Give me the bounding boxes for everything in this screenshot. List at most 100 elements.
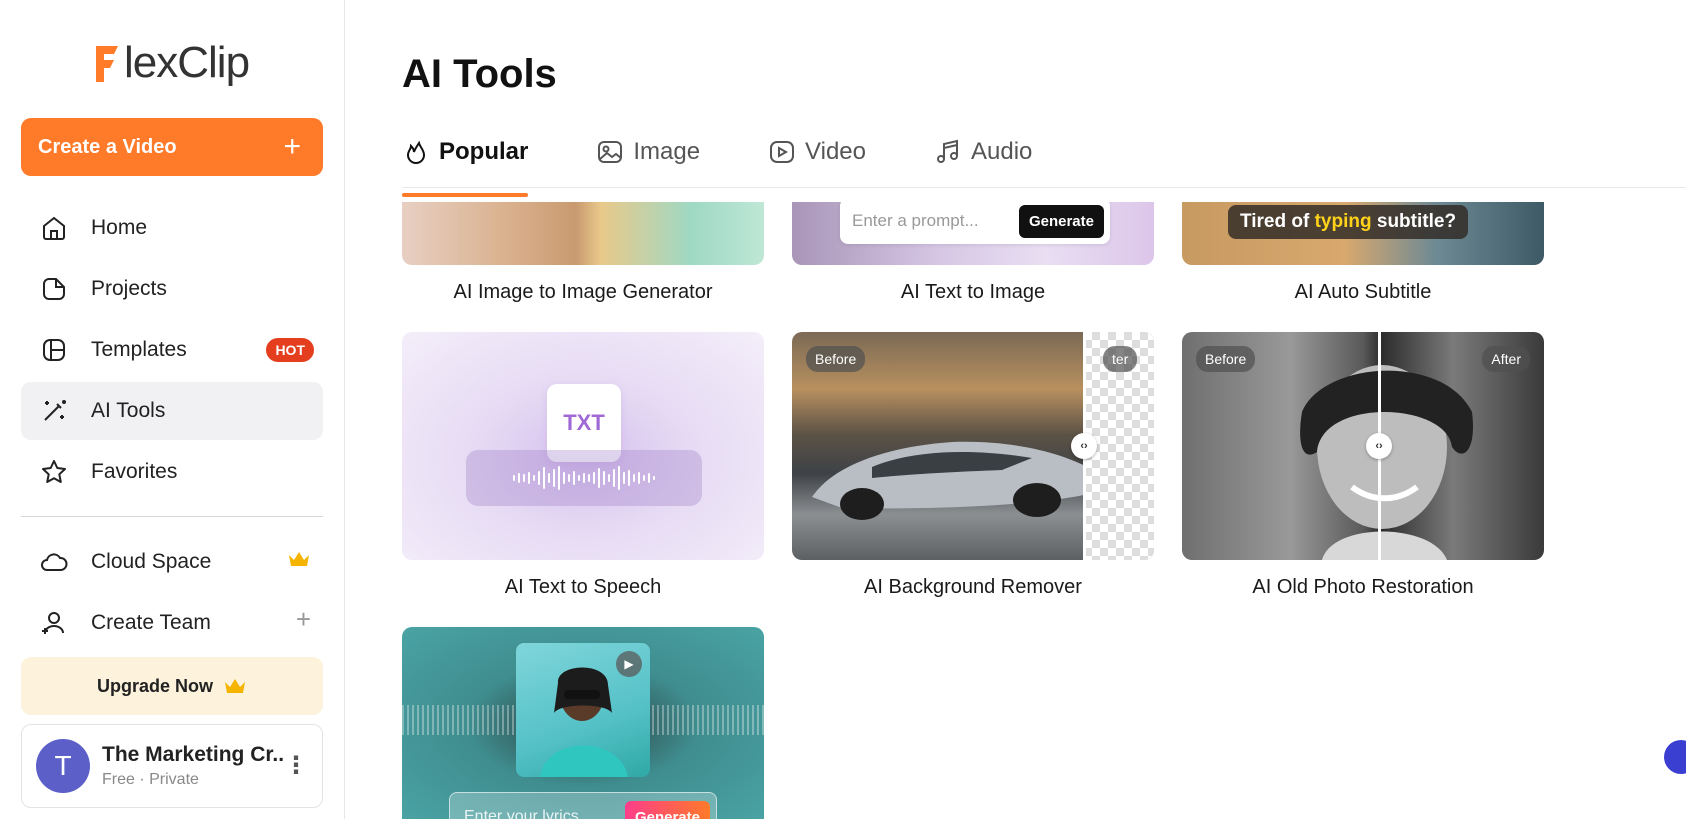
star-icon [39,457,69,487]
album-cover-image: ▶ [516,643,650,777]
app-window: lexClip Create a Video + Home Projects T… [0,0,1686,819]
tool-card-music-generator[interactable]: ▶ Enter your lyrics... Generate [402,627,764,819]
create-video-label: Create a Video [38,135,177,158]
tabs-divider [402,187,1686,188]
upgrade-now-button[interactable]: Upgrade Now [21,657,323,715]
compare-handle-icon[interactable]: ‹› [1366,433,1392,459]
sidebar-item-label: Templates [91,338,187,361]
prompt-placeholder: Enter a prompt... [852,211,979,230]
generate-button: Generate [624,800,710,819]
account-card[interactable]: T The Marketing Cr... Free · Private ⋮ [21,724,323,808]
tab-audio[interactable]: Audio [934,132,1032,172]
sports-car-image [812,441,1097,520]
tool-card-title: AI Background Remover [864,576,1082,598]
tool-thumbnail [402,202,764,265]
sidebar-divider [21,516,323,517]
waveform-icon [466,450,702,506]
caption-text: Tired of [1240,211,1315,232]
more-options-icon[interactable]: ⋮ [284,754,308,778]
tool-card-old-photo-restoration[interactable]: Before After ‹› AI Old Photo Restoration [1182,332,1544,599]
tab-label: Popular [439,138,529,165]
subtitle-caption: Tired of typing subtitle? [1228,205,1469,239]
sidebar-item-label: Cloud Space [91,550,212,573]
page-title: AI Tools [402,52,557,96]
tab-bar: Popular Image Video Audio [402,132,1100,197]
logo-mark-icon [96,46,118,82]
flame-icon [406,140,426,165]
tool-card-image-to-image[interactable]: AI Image to Image Generator [402,202,764,304]
sidebar-item-home[interactable]: Home [21,199,323,257]
tool-thumbnail: Before ter ‹› [792,332,1154,560]
secondary-nav: Cloud Space Create Team + [21,533,323,655]
sidebar-item-projects[interactable]: Projects [21,260,323,318]
tool-thumbnail: Enter a prompt... Generate [792,202,1154,265]
prompt-input: Enter a prompt... Generate [840,202,1110,244]
tab-video[interactable]: Video [768,132,866,172]
main-nav: Home Projects Templates HOT AI Tools Fav… [21,199,323,504]
image-icon [598,141,623,163]
caption-text: subtitle? [1371,211,1457,232]
compare-handle-icon[interactable]: ‹› [1071,433,1097,459]
sidebar-item-label: Projects [91,277,167,300]
tab-image[interactable]: Image [596,132,700,172]
hot-badge: HOT [266,338,314,362]
templates-icon [39,335,69,365]
cloud-icon [39,547,69,577]
sidebar-item-label: Home [91,216,148,239]
create-video-button[interactable]: Create a Video + [21,118,323,176]
account-plan: Free · Private [102,771,199,788]
crown-icon [287,549,311,575]
tool-thumbnail: ▶ Enter your lyrics... Generate [402,627,764,819]
magic-wand-icon [39,396,69,426]
sidebar-item-templates[interactable]: Templates HOT [21,321,323,379]
tab-label: Video [805,138,866,165]
tab-popular[interactable]: Popular [402,132,529,197]
after-badge: After [1482,346,1530,372]
after-badge: ter [1103,346,1138,372]
plus-icon[interactable]: + [296,604,311,635]
projects-icon [39,274,69,304]
flexclip-logo[interactable]: lexClip [92,38,250,88]
before-badge: Before [806,346,866,372]
sidebar-item-create-team[interactable]: Create Team + [21,594,323,652]
home-icon [39,213,69,243]
tool-card-text-to-image[interactable]: Enter a prompt... Generate AI Text to Im… [792,202,1154,304]
tool-card-auto-subtitle[interactable]: Tired of typing subtitle? AI Auto Subtit… [1182,202,1544,304]
tab-label: Image [633,138,701,165]
account-name: The Marketing Cr... [102,743,284,766]
lyrics-input: Enter your lyrics... Generate [449,792,717,819]
caption-highlight: typing [1314,211,1372,232]
main-content: AI Tools Popular Image Video Audio AI Im… [346,0,1686,819]
play-icon [770,141,795,163]
sidebar-item-label: AI Tools [91,399,166,422]
tool-card-title: AI Text to Image [900,281,1046,303]
tool-card-title: AI Old Photo Restoration [1252,576,1474,598]
play-icon[interactable]: ▶ [616,651,642,677]
lyrics-placeholder: Enter your lyrics... [464,808,593,819]
generate-button: Generate [1018,204,1104,238]
plus-icon: + [283,130,301,163]
sidebar-item-label: Create Team [91,611,211,634]
tool-card-title: AI Image to Image Generator [453,281,713,303]
sidebar-item-favorites[interactable]: Favorites [21,443,323,501]
tool-card-title: AI Auto Subtitle [1294,281,1432,303]
upgrade-label: Upgrade Now [96,675,213,696]
sidebar-item-ai-tools[interactable]: AI Tools [21,382,323,440]
add-user-icon [39,608,69,638]
sidebar-item-cloud-space[interactable]: Cloud Space [21,533,323,591]
logo-text: lexClip [124,38,250,87]
help-chat-icon[interactable] [1664,740,1686,774]
tool-thumbnail: TXT [402,332,764,560]
music-icon [937,139,958,163]
tool-card-text-to-speech[interactable]: TXT AI Text to Speech [402,332,764,599]
before-badge: Before [1196,346,1256,372]
tab-label: Audio [971,138,1033,165]
sidebar-item-label: Favorites [91,460,178,483]
crown-icon [225,679,245,693]
tool-card-title: AI Text to Speech [504,576,662,598]
avatar: T [36,739,90,793]
tool-thumbnail: Tired of typing subtitle? [1182,202,1544,265]
sidebar: lexClip Create a Video + Home Projects T… [0,0,345,819]
tool-card-background-remover[interactable]: Before ter ‹› AI Background Remover [792,332,1154,599]
tool-thumbnail: Before After ‹› [1182,332,1544,560]
